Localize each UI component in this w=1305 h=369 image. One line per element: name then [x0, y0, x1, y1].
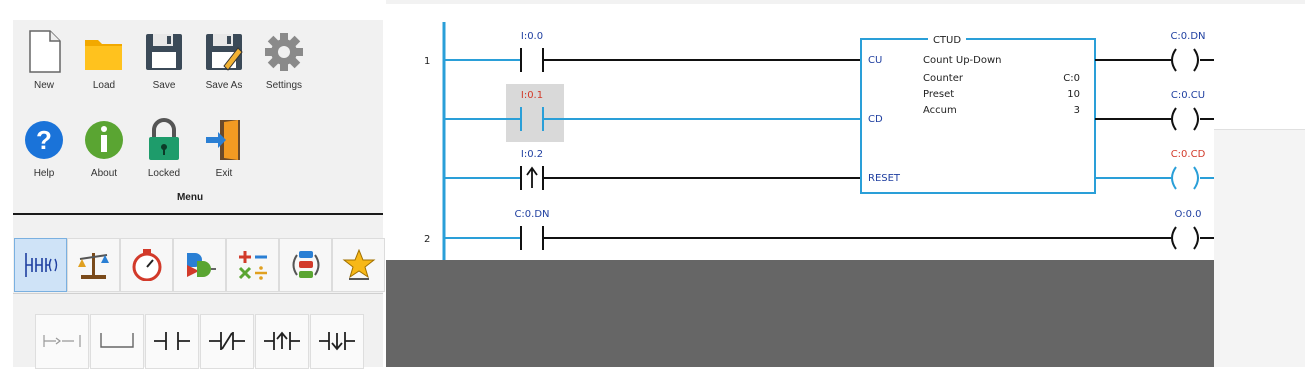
- about-button[interactable]: About: [76, 110, 132, 182]
- ctud-block[interactable]: CTUD Count Up-Down Counter C:0 Preset 10…: [860, 33, 1096, 194]
- contact-c0-dn[interactable]: C:0.DN: [514, 209, 550, 250]
- tab-bit-instructions[interactable]: [14, 238, 67, 292]
- new-file-icon: [29, 30, 61, 73]
- instr-positive-edge[interactable]: [255, 314, 309, 369]
- save-as-button-label: Save As: [205, 80, 243, 91]
- ctud-pin-reset: RESET: [868, 173, 901, 184]
- ctud-block-name: CTUD: [933, 35, 961, 46]
- positive-edge-contact-icon: [264, 331, 300, 350]
- coil-c0-cd-tag: C:0.CD: [1171, 149, 1206, 160]
- ctud-preset-label: Preset: [923, 89, 954, 100]
- ctud-block-description: Count Up-Down: [923, 55, 1002, 66]
- negative-edge-contact-icon: [319, 332, 355, 351]
- menu-divider: [13, 213, 383, 215]
- ctud-counter-label: Counter: [923, 73, 964, 84]
- info-icon: [85, 121, 123, 159]
- toolbox-divider: [13, 293, 383, 294]
- coil-c0-dn-tag: C:0.DN: [1170, 31, 1205, 42]
- ctud-pin-cd: CD: [868, 114, 883, 125]
- ctud-counter-value: C:0: [1063, 73, 1080, 84]
- exit-button[interactable]: Exit: [196, 110, 252, 182]
- left-panel: New Load Save Save As Settings ? Help Ab…: [0, 0, 386, 369]
- exit-button-label: Exit: [215, 168, 233, 179]
- contact-c0-dn-tag: C:0.DN: [514, 209, 549, 220]
- tab-timers[interactable]: [120, 238, 173, 292]
- new-button-label: New: [33, 80, 54, 91]
- help-button[interactable]: ? Help: [16, 110, 72, 182]
- instr-negative-edge[interactable]: [310, 314, 364, 369]
- bit-instructions-icon: [25, 253, 58, 277]
- floppy-icon: [146, 34, 182, 70]
- tab-math[interactable]: [226, 238, 279, 292]
- new-branch-icon: [100, 333, 134, 348]
- rung-number-2: 2: [424, 234, 430, 245]
- ctud-pin-cu: CU: [868, 55, 882, 66]
- save-button[interactable]: Save: [136, 22, 192, 94]
- contact-i02[interactable]: I:0.2: [520, 149, 544, 190]
- tab-compare[interactable]: [67, 238, 120, 292]
- about-button-label: About: [90, 168, 118, 179]
- gear-icon: [265, 33, 303, 71]
- nc-contact-icon: [209, 332, 245, 350]
- instr-nc-contact[interactable]: [200, 314, 254, 369]
- locked-button-label: Locked: [147, 168, 181, 179]
- instr-new-branch[interactable]: [90, 314, 144, 369]
- folder-icon: [85, 40, 122, 70]
- new-rung-icon: [43, 335, 81, 347]
- tab-data-move[interactable]: [279, 238, 332, 292]
- coil-o00[interactable]: O:0.0: [1171, 209, 1214, 250]
- editor-empty-area: [386, 260, 1214, 367]
- new-button[interactable]: New: [16, 22, 72, 94]
- timer-stopwatch-icon: [132, 249, 162, 281]
- coil-c0-cu-tag: C:0.CU: [1171, 90, 1205, 101]
- no-contact-icon: [154, 332, 190, 350]
- save-as-button[interactable]: Save As: [196, 22, 252, 94]
- help-button-label: Help: [33, 168, 55, 179]
- instr-new-rung[interactable]: [35, 314, 89, 369]
- save-button-label: Save: [152, 80, 176, 91]
- contact-i00-tag: I:0.0: [521, 31, 543, 42]
- coil-o00-tag: O:0.0: [1175, 209, 1202, 220]
- math-operators-icon: [238, 251, 267, 280]
- contact-i00[interactable]: I:0.0: [506, 31, 544, 72]
- lock-icon: [149, 118, 179, 160]
- ladder-diagram: 1 2 I:0.0 I:0.1 I:0.2 CTUD Count Up-Down…: [424, 22, 1214, 260]
- contact-i01-tag: I:0.1: [521, 90, 543, 101]
- settings-button-label: Settings: [265, 80, 303, 91]
- data-move-icon: [292, 251, 320, 278]
- settings-button[interactable]: Settings: [256, 22, 312, 94]
- ctud-accum-value: 3: [1074, 105, 1080, 116]
- ctud-accum-label: Accum: [923, 105, 957, 116]
- instr-no-contact[interactable]: [145, 314, 199, 369]
- load-button[interactable]: Load: [76, 22, 132, 94]
- locked-button[interactable]: Locked: [136, 110, 192, 182]
- svg-text:?: ?: [36, 125, 52, 155]
- contact-i02-tag: I:0.2: [521, 149, 543, 160]
- logic-gates-icon: [187, 253, 216, 277]
- load-button-label: Load: [92, 80, 116, 91]
- compare-scale-icon: [78, 253, 109, 279]
- menu-title: Menu: [176, 192, 204, 203]
- rung-number-1: 1: [424, 56, 430, 67]
- right-margin-top: [1214, 4, 1305, 130]
- tab-favorites[interactable]: [332, 238, 385, 292]
- ladder-editor[interactable]: 1 2 I:0.0 I:0.1 I:0.2 CTUD Count Up-Down…: [386, 22, 1214, 260]
- exit-door-icon: [206, 120, 240, 160]
- help-icon: ?: [25, 121, 63, 159]
- coil-c0-cu[interactable]: C:0.CU: [1171, 90, 1214, 131]
- ctud-preset-value: 10: [1067, 89, 1080, 100]
- floppy-pencil-icon: [206, 34, 243, 71]
- coil-c0-cd[interactable]: C:0.CD: [1171, 149, 1214, 190]
- tab-logic[interactable]: [173, 238, 226, 292]
- favorites-star-icon: [342, 249, 376, 280]
- coil-c0-dn[interactable]: C:0.DN: [1170, 31, 1214, 72]
